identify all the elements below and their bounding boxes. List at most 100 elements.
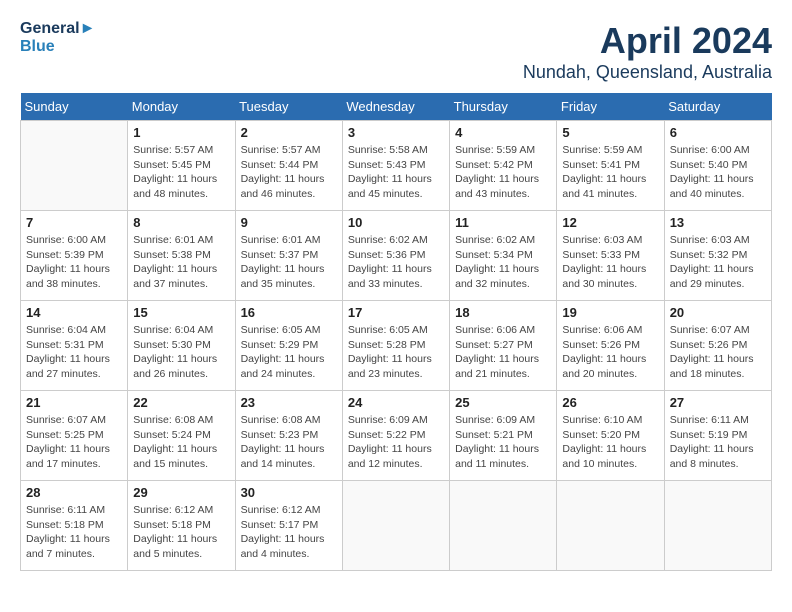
day-number: 7 [26, 215, 122, 230]
calendar-cell [664, 481, 771, 571]
calendar-cell: 27Sunrise: 6:11 AM Sunset: 5:19 PM Dayli… [664, 391, 771, 481]
calendar-cell: 29 Sunrise: 6:12 AM Sunset: 5:18 PM Dayli… [128, 481, 235, 571]
day-info: Sunrise: 6:12 AM Sunset: 5:17 PM Dayligh… [241, 503, 337, 562]
day-header-thursday: Thursday [450, 93, 557, 121]
calendar-cell: 10 Sunrise: 6:02 AM Sunset: 5:36 PM Dayli… [342, 211, 449, 301]
day-info: Sunrise: 5:57 AM Sunset: 5:44 PM Dayligh… [241, 143, 337, 202]
calendar-cell: 28Sunrise: 6:11 AM Sunset: 5:18 PM Dayli… [21, 481, 128, 571]
day-number: 24 [348, 395, 444, 410]
calendar-cell: 23 Sunrise: 6:08 AM Sunset: 5:23 PM Dayli… [235, 391, 342, 481]
day-info: Sunrise: 6:00 AM Sunset: 5:40 PM Dayligh… [670, 143, 766, 202]
day-info: Sunrise: 5:59 AM Sunset: 5:41 PM Dayligh… [562, 143, 658, 202]
calendar-cell: 26 Sunrise: 6:10 AM Sunset: 5:20 PM Dayli… [557, 391, 664, 481]
week-row-1: 1 Sunrise: 5:57 AM Sunset: 5:45 PM Daylig… [21, 121, 772, 211]
calendar-cell: 21 Sunrise: 6:07 AM Sunset: 5:25 PM Dayli… [21, 391, 128, 481]
day-info: Sunrise: 6:05 AM Sunset: 5:29 PM Dayligh… [241, 323, 337, 382]
day-number: 23 [241, 395, 337, 410]
day-number: 10 [348, 215, 444, 230]
day-number: 25 [455, 395, 551, 410]
day-number: 17 [348, 305, 444, 320]
day-info: Sunrise: 6:03 AM Sunset: 5:33 PM Dayligh… [562, 233, 658, 292]
day-info: Sunrise: 6:09 AM Sunset: 5:21 PM Dayligh… [455, 413, 551, 472]
day-number: 29 [133, 485, 229, 500]
calendar-table: SundayMondayTuesdayWednesdayThursdayFrid… [20, 93, 772, 571]
day-number: 5 [562, 125, 658, 140]
calendar-cell: 5 Sunrise: 5:59 AM Sunset: 5:41 PM Daylig… [557, 121, 664, 211]
title-area: April 2024 Nundah, Queensland, Australia [523, 20, 772, 83]
day-info: Sunrise: 6:01 AM Sunset: 5:38 PM Dayligh… [133, 233, 229, 292]
week-row-4: 21 Sunrise: 6:07 AM Sunset: 5:25 PM Dayli… [21, 391, 772, 481]
day-number: 27 [670, 395, 766, 410]
day-number: 19 [562, 305, 658, 320]
calendar-cell: 17 Sunrise: 6:05 AM Sunset: 5:28 PM Dayli… [342, 301, 449, 391]
logo: General► Blue [20, 20, 95, 55]
day-number: 2 [241, 125, 337, 140]
day-info: Sunrise: 5:57 AM Sunset: 5:45 PM Dayligh… [133, 143, 229, 202]
day-info: Sunrise: 6:03 AM Sunset: 5:32 PM Dayligh… [670, 233, 766, 292]
day-number: 22 [133, 395, 229, 410]
calendar-cell: 18 Sunrise: 6:06 AM Sunset: 5:27 PM Dayli… [450, 301, 557, 391]
day-info: Sunrise: 6:02 AM Sunset: 5:36 PM Dayligh… [348, 233, 444, 292]
day-number: 11 [455, 215, 551, 230]
calendar-cell: 25 Sunrise: 6:09 AM Sunset: 5:21 PM Dayli… [450, 391, 557, 481]
calendar-cell: 22 Sunrise: 6:08 AM Sunset: 5:24 PM Dayli… [128, 391, 235, 481]
week-row-2: 7Sunrise: 6:00 AM Sunset: 5:39 PM Daylig… [21, 211, 772, 301]
calendar-cell: 16 Sunrise: 6:05 AM Sunset: 5:29 PM Dayli… [235, 301, 342, 391]
calendar-cell: 7Sunrise: 6:00 AM Sunset: 5:39 PM Daylig… [21, 211, 128, 301]
calendar-cell: 6 Sunrise: 6:00 AM Sunset: 5:40 PM Daylig… [664, 121, 771, 211]
day-number: 9 [241, 215, 337, 230]
day-info: Sunrise: 5:59 AM Sunset: 5:42 PM Dayligh… [455, 143, 551, 202]
day-number: 30 [241, 485, 337, 500]
day-info: Sunrise: 5:58 AM Sunset: 5:43 PM Dayligh… [348, 143, 444, 202]
calendar-cell [557, 481, 664, 571]
day-number: 13 [670, 215, 766, 230]
day-info: Sunrise: 6:09 AM Sunset: 5:22 PM Dayligh… [348, 413, 444, 472]
calendar-cell: 2 Sunrise: 5:57 AM Sunset: 5:44 PM Daylig… [235, 121, 342, 211]
day-info: Sunrise: 6:08 AM Sunset: 5:24 PM Dayligh… [133, 413, 229, 472]
calendar-cell: 15 Sunrise: 6:04 AM Sunset: 5:30 PM Dayli… [128, 301, 235, 391]
day-header-monday: Monday [128, 93, 235, 121]
calendar-cell: 14Sunrise: 6:04 AM Sunset: 5:31 PM Dayli… [21, 301, 128, 391]
calendar-cell: 3 Sunrise: 5:58 AM Sunset: 5:43 PM Daylig… [342, 121, 449, 211]
calendar-cell: 12Sunrise: 6:03 AM Sunset: 5:33 PM Dayli… [557, 211, 664, 301]
calendar-cell: 30 Sunrise: 6:12 AM Sunset: 5:17 PM Dayli… [235, 481, 342, 571]
day-number: 8 [133, 215, 229, 230]
day-info: Sunrise: 6:07 AM Sunset: 5:25 PM Dayligh… [26, 413, 122, 472]
day-number: 21 [26, 395, 122, 410]
calendar-cell: 13 Sunrise: 6:03 AM Sunset: 5:32 PM Dayli… [664, 211, 771, 301]
day-header-wednesday: Wednesday [342, 93, 449, 121]
day-info: Sunrise: 6:02 AM Sunset: 5:34 PM Dayligh… [455, 233, 551, 292]
calendar-cell: 4 Sunrise: 5:59 AM Sunset: 5:42 PM Daylig… [450, 121, 557, 211]
day-info: Sunrise: 6:08 AM Sunset: 5:23 PM Dayligh… [241, 413, 337, 472]
day-header-friday: Friday [557, 93, 664, 121]
day-number: 20 [670, 305, 766, 320]
day-info: Sunrise: 6:04 AM Sunset: 5:30 PM Dayligh… [133, 323, 229, 382]
day-info: Sunrise: 6:01 AM Sunset: 5:37 PM Dayligh… [241, 233, 337, 292]
day-info: Sunrise: 6:07 AM Sunset: 5:26 PM Dayligh… [670, 323, 766, 382]
day-info: Sunrise: 6:11 AM Sunset: 5:18 PM Dayligh… [26, 503, 122, 562]
day-info: Sunrise: 6:12 AM Sunset: 5:18 PM Dayligh… [133, 503, 229, 562]
day-header-tuesday: Tuesday [235, 93, 342, 121]
day-info: Sunrise: 6:05 AM Sunset: 5:28 PM Dayligh… [348, 323, 444, 382]
month-title: April 2024 [523, 20, 772, 62]
day-number: 6 [670, 125, 766, 140]
calendar-cell: 19 Sunrise: 6:06 AM Sunset: 5:26 PM Dayli… [557, 301, 664, 391]
day-info: Sunrise: 6:06 AM Sunset: 5:26 PM Dayligh… [562, 323, 658, 382]
header-row: SundayMondayTuesdayWednesdayThursdayFrid… [21, 93, 772, 121]
day-info: Sunrise: 6:06 AM Sunset: 5:27 PM Dayligh… [455, 323, 551, 382]
header: General► Blue April 2024 Nundah, Queensl… [20, 20, 772, 83]
calendar-cell: 8 Sunrise: 6:01 AM Sunset: 5:38 PM Daylig… [128, 211, 235, 301]
calendar-cell: 1 Sunrise: 5:57 AM Sunset: 5:45 PM Daylig… [128, 121, 235, 211]
day-info: Sunrise: 6:04 AM Sunset: 5:31 PM Dayligh… [26, 323, 122, 382]
day-number: 26 [562, 395, 658, 410]
day-number: 1 [133, 125, 229, 140]
day-number: 18 [455, 305, 551, 320]
day-number: 3 [348, 125, 444, 140]
day-info: Sunrise: 6:10 AM Sunset: 5:20 PM Dayligh… [562, 413, 658, 472]
location-title: Nundah, Queensland, Australia [523, 62, 772, 83]
day-number: 15 [133, 305, 229, 320]
calendar-cell [450, 481, 557, 571]
day-number: 4 [455, 125, 551, 140]
calendar-cell: 9 Sunrise: 6:01 AM Sunset: 5:37 PM Daylig… [235, 211, 342, 301]
day-number: 16 [241, 305, 337, 320]
